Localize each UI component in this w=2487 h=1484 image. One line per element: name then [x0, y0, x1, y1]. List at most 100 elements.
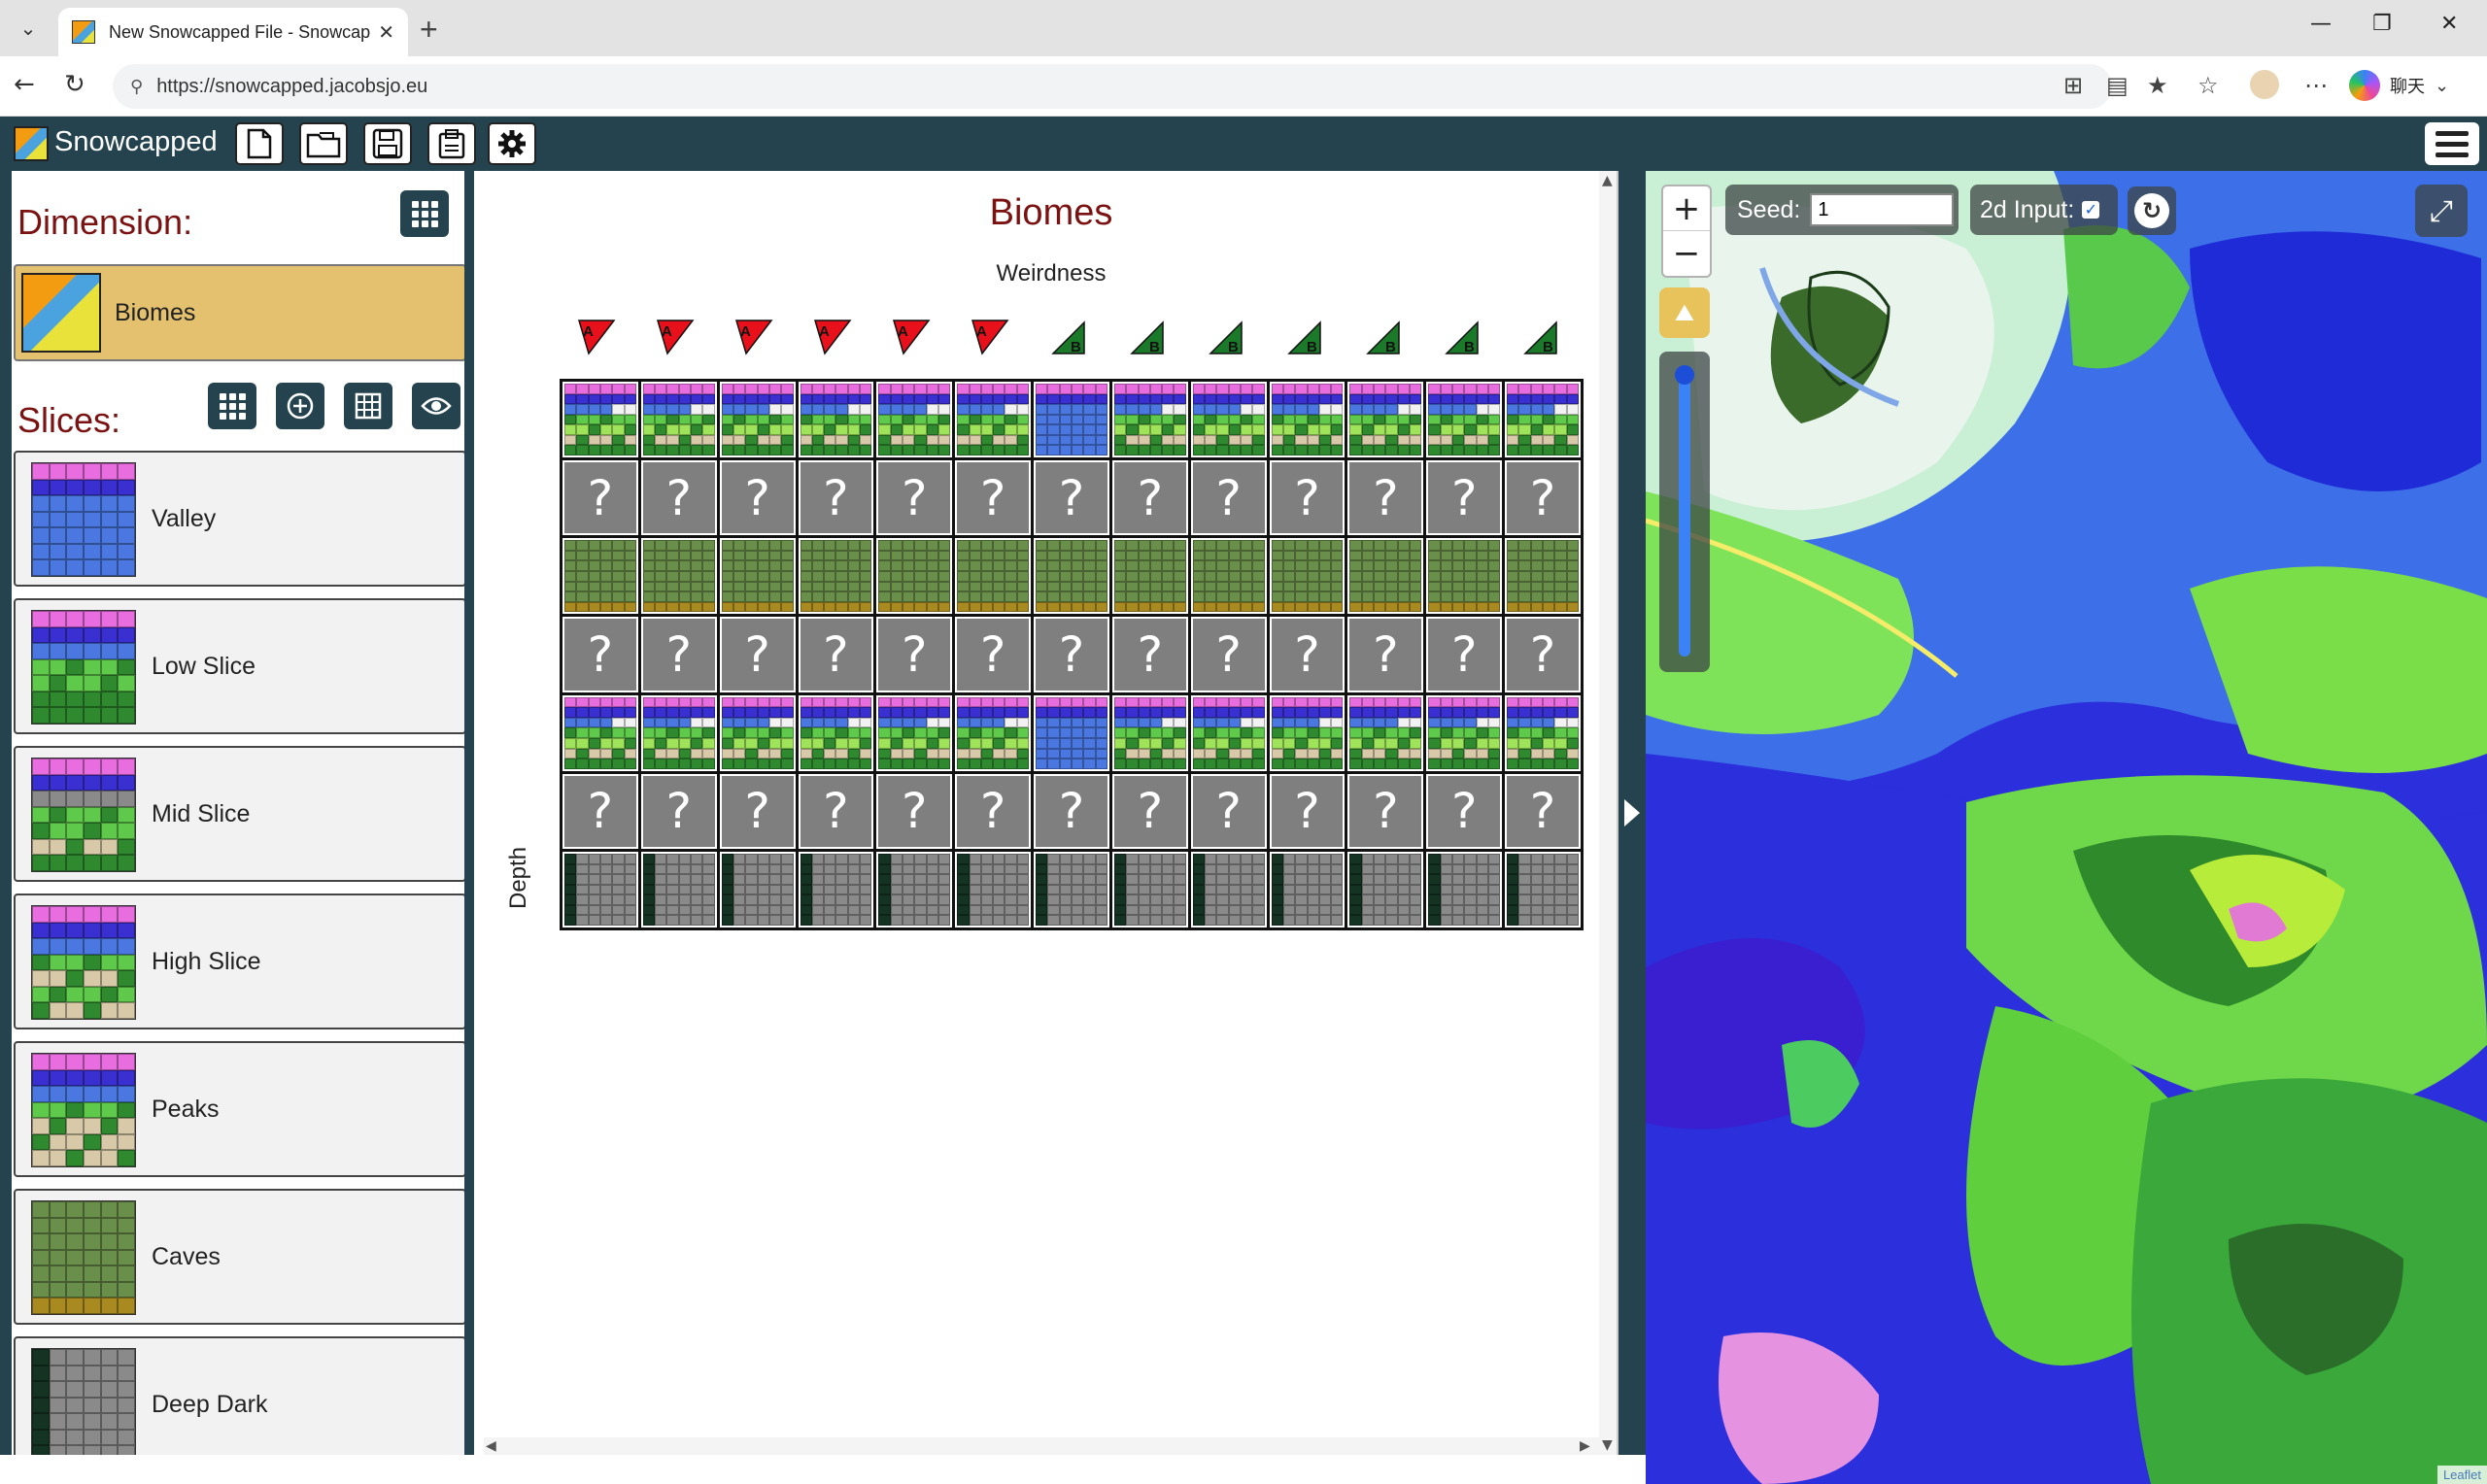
biome-cell-mixed[interactable]: [955, 694, 1032, 771]
biome-cell-mixed[interactable]: [719, 382, 796, 457]
restore-button[interactable]: ❐: [2372, 12, 2392, 36]
reader-mode-icon[interactable]: ▤: [2106, 72, 2129, 99]
biome-cell-mixed[interactable]: [1034, 694, 1109, 771]
tab-list-chevron-icon[interactable]: ⌄: [12, 12, 45, 45]
biome-cell-deep[interactable]: [1111, 852, 1188, 928]
collapse-map-handle[interactable]: [1618, 171, 1646, 1455]
unknown-cell[interactable]: ?: [1190, 617, 1267, 692]
biome-cell-caves[interactable]: [562, 538, 638, 615]
biome-cell-mixed[interactable]: [1190, 694, 1267, 771]
dimension-item-biomes[interactable]: Biomes: [14, 264, 464, 361]
slice-item-deep[interactable]: Deep Dark: [14, 1336, 464, 1455]
unknown-cell[interactable]: ?: [1111, 773, 1188, 850]
biome-cell-deep[interactable]: [719, 852, 796, 928]
slice-item-high[interactable]: High Slice: [14, 894, 464, 1029]
zoom-in-button[interactable]: +: [1663, 186, 1710, 231]
unknown-cell[interactable]: ?: [1269, 459, 1346, 536]
biome-cell-caves[interactable]: [876, 538, 953, 615]
back-arrow-icon[interactable]: ←: [14, 70, 35, 99]
refresh-button[interactable]: ↻: [2128, 186, 2176, 235]
unknown-cell[interactable]: ?: [640, 773, 717, 850]
dimension-grid-button[interactable]: [400, 190, 449, 237]
unknown-cell[interactable]: ?: [562, 459, 638, 536]
unknown-cell[interactable]: ?: [1269, 617, 1346, 692]
unknown-cell[interactable]: ?: [719, 459, 796, 536]
biome-cell-mixed[interactable]: [1426, 382, 1503, 457]
biome-cell-caves[interactable]: [1034, 538, 1109, 615]
biome-cell-caves[interactable]: [719, 538, 796, 615]
unknown-cell[interactable]: ?: [1347, 773, 1424, 850]
biome-cell-deep[interactable]: [1034, 852, 1109, 928]
copilot-button[interactable]: 聊天 ⌄: [2349, 68, 2449, 103]
center-horizontal-scrollbar[interactable]: ◀ ▶: [484, 1437, 1599, 1455]
minimize-button[interactable]: —: [2310, 12, 2332, 36]
unknown-cell[interactable]: ?: [640, 459, 717, 536]
biome-cell-mixed[interactable]: [1111, 694, 1188, 771]
unknown-cell[interactable]: ?: [1190, 773, 1267, 850]
unknown-cell[interactable]: ?: [798, 459, 874, 536]
weirdness-flag-a[interactable]: A: [888, 317, 937, 357]
sidebar-scrollbar[interactable]: [472, 175, 474, 1447]
weirdness-flag-b[interactable]: B: [1360, 317, 1409, 357]
add-slice-button[interactable]: [276, 383, 324, 429]
profile-avatar[interactable]: [2250, 70, 2279, 99]
biome-cell-caves[interactable]: [1505, 538, 1581, 615]
slice-item-low[interactable]: Low Slice: [14, 598, 464, 734]
app-available-icon[interactable]: ⊞: [2063, 72, 2083, 99]
unknown-cell[interactable]: ?: [798, 773, 874, 850]
seed-input[interactable]: [1810, 193, 1955, 226]
unknown-cell[interactable]: ?: [1034, 617, 1109, 692]
browser-tab[interactable]: New Snowcapped File - Snowcapp ✕: [58, 8, 408, 56]
biome-cell-caves[interactable]: [1426, 538, 1503, 615]
biome-map[interactable]: + − Seed: 2d Input: ✓ ↻ ⤢ ⛰ Leaflet: [1646, 171, 2487, 1484]
biome-cell-deep[interactable]: [955, 852, 1032, 928]
biome-cell-caves[interactable]: [1111, 538, 1188, 615]
scroll-up-icon[interactable]: ▲: [1602, 173, 1613, 188]
unknown-cell[interactable]: ?: [1034, 773, 1109, 850]
unknown-cell[interactable]: ?: [1034, 459, 1109, 536]
biome-cell-mixed[interactable]: [876, 382, 953, 457]
close-window-button[interactable]: ✕: [2440, 12, 2458, 36]
biome-cell-deep[interactable]: [1505, 852, 1581, 928]
weirdness-flag-a[interactable]: A: [809, 317, 858, 357]
biome-cell-mixed[interactable]: [1111, 382, 1188, 457]
open-file-button[interactable]: [299, 122, 348, 165]
center-vertical-scrollbar[interactable]: ▲ ▼: [1599, 171, 1617, 1455]
main-menu-button[interactable]: [2425, 122, 2479, 165]
slices-grid-button[interactable]: [208, 383, 256, 429]
unknown-cell[interactable]: ?: [1426, 459, 1503, 536]
leaflet-attribution[interactable]: Leaflet: [2436, 1466, 2487, 1484]
biome-cell-mixed[interactable]: [1034, 382, 1109, 457]
unknown-cell[interactable]: ?: [1111, 459, 1188, 536]
unknown-cell[interactable]: ?: [1426, 773, 1503, 850]
unknown-cell[interactable]: ?: [876, 617, 953, 692]
unknown-cell[interactable]: ?: [1347, 617, 1424, 692]
biome-cell-deep[interactable]: [1269, 852, 1346, 928]
weirdness-flag-b[interactable]: B: [1281, 317, 1330, 357]
biome-cell-mixed[interactable]: [1505, 694, 1581, 771]
site-info-icon[interactable]: ⚲: [130, 77, 143, 97]
y-slider-handle[interactable]: [1675, 365, 1694, 385]
unknown-cell[interactable]: ?: [955, 773, 1032, 850]
unknown-cell[interactable]: ?: [562, 617, 638, 692]
unknown-cell[interactable]: ?: [719, 773, 796, 850]
biome-cell-deep[interactable]: [798, 852, 874, 928]
unknown-cell[interactable]: ?: [1269, 773, 1346, 850]
unknown-cell[interactable]: ?: [1505, 459, 1581, 536]
visibility-button[interactable]: [412, 383, 460, 429]
slice-item-mid[interactable]: Mid Slice: [14, 746, 464, 882]
tab-close-icon[interactable]: ✕: [378, 20, 394, 45]
biome-cell-deep[interactable]: [562, 852, 638, 928]
unknown-cell[interactable]: ?: [876, 459, 953, 536]
unknown-cell[interactable]: ?: [719, 617, 796, 692]
biome-cell-mixed[interactable]: [876, 694, 953, 771]
biome-cell-caves[interactable]: [1347, 538, 1424, 615]
weirdness-flag-a[interactable]: A: [731, 317, 779, 357]
unknown-cell[interactable]: ?: [1505, 773, 1581, 850]
biome-cell-mixed[interactable]: [798, 694, 874, 771]
biome-cell-caves[interactable]: [1190, 538, 1267, 615]
biome-cell-mixed[interactable]: [1269, 694, 1346, 771]
sidebar-scrollbar-thumb[interactable]: [472, 194, 474, 388]
biome-cell-mixed[interactable]: [640, 382, 717, 457]
biome-cell-deep[interactable]: [876, 852, 953, 928]
